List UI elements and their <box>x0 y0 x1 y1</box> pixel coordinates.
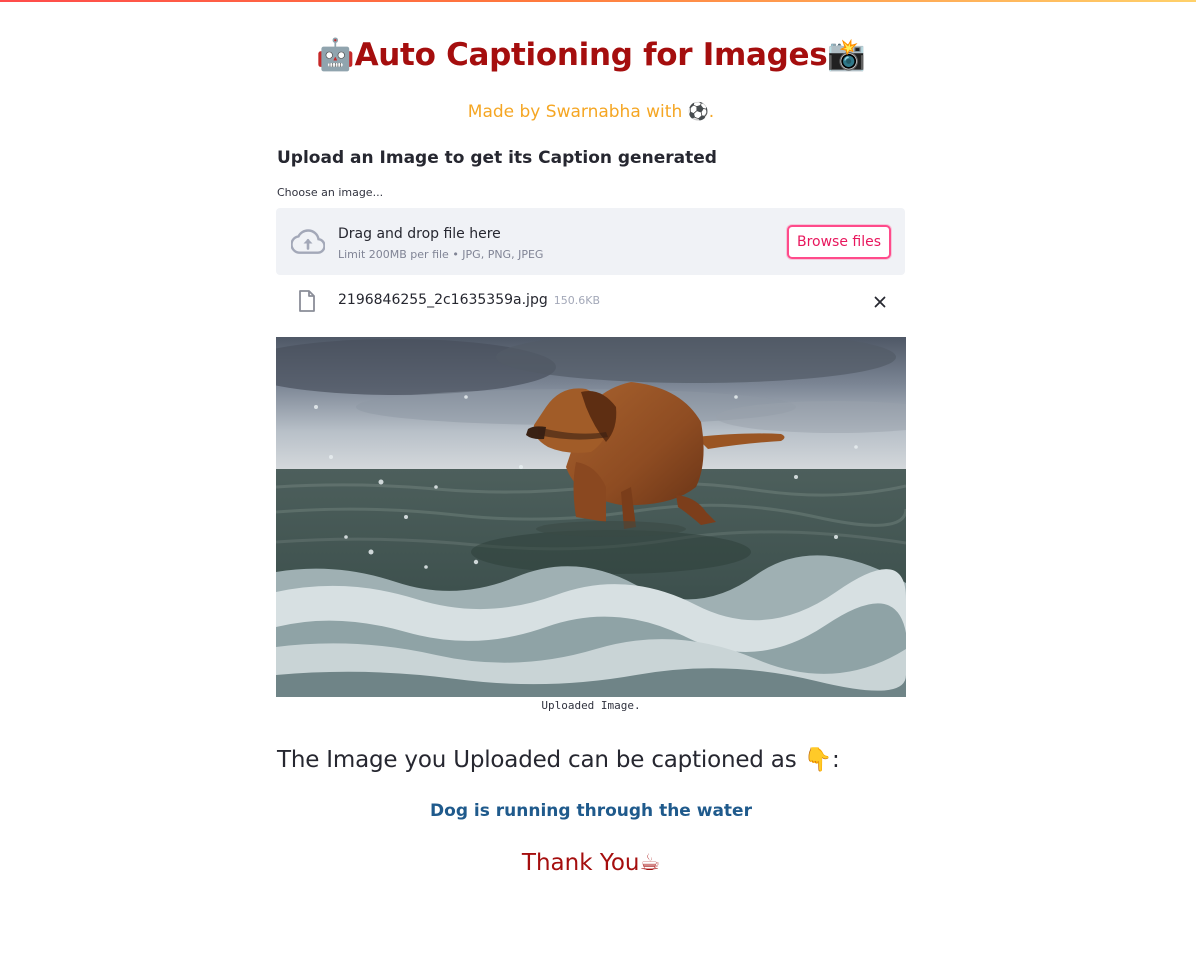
dropzone-limit-text: Limit 200MB per file • JPG, PNG, JPEG <box>338 248 544 261</box>
close-icon[interactable] <box>870 292 890 312</box>
top-decoration-bar <box>0 0 1196 2</box>
thank-you-text: Thank You☕ <box>521 850 661 876</box>
uploaded-file-name: 2196846255_2c1635359a.jpg 150.6KB <box>338 292 600 308</box>
author-subtitle: Made by Swarnabha with ⚽. <box>467 102 715 122</box>
upload-section-title: Upload an Image to get its Caption gener… <box>277 148 717 168</box>
result-heading: The Image you Uploaded can be captioned … <box>277 747 840 773</box>
page-title-text: Auto Captioning for Images <box>354 37 828 73</box>
file-icon <box>299 290 315 312</box>
uploaded-file-row: 2196846255_2c1635359a.jpg 150.6KB <box>276 284 905 320</box>
robot-icon: 🤖 <box>316 37 355 73</box>
file-name-text: 2196846255_2c1635359a.jpg <box>338 292 548 308</box>
image-caption: Uploaded Image. <box>541 699 641 712</box>
dropzone-instructions: Drag and drop file here <box>338 226 501 242</box>
cloud-upload-icon <box>291 229 325 254</box>
camera-flash-icon: 📸 <box>827 37 866 73</box>
generated-caption: Dog is running through the water <box>430 801 752 821</box>
browse-files-button[interactable]: Browse files <box>787 225 891 259</box>
uploaded-image <box>276 337 906 697</box>
file-dropzone[interactable]: Drag and drop file here Limit 200MB per … <box>276 208 905 275</box>
file-size: 150.6KB <box>553 294 600 307</box>
file-uploader-label: Choose an image... <box>277 186 384 199</box>
page-title: 🤖Auto Captioning for Images📸 <box>276 36 906 73</box>
